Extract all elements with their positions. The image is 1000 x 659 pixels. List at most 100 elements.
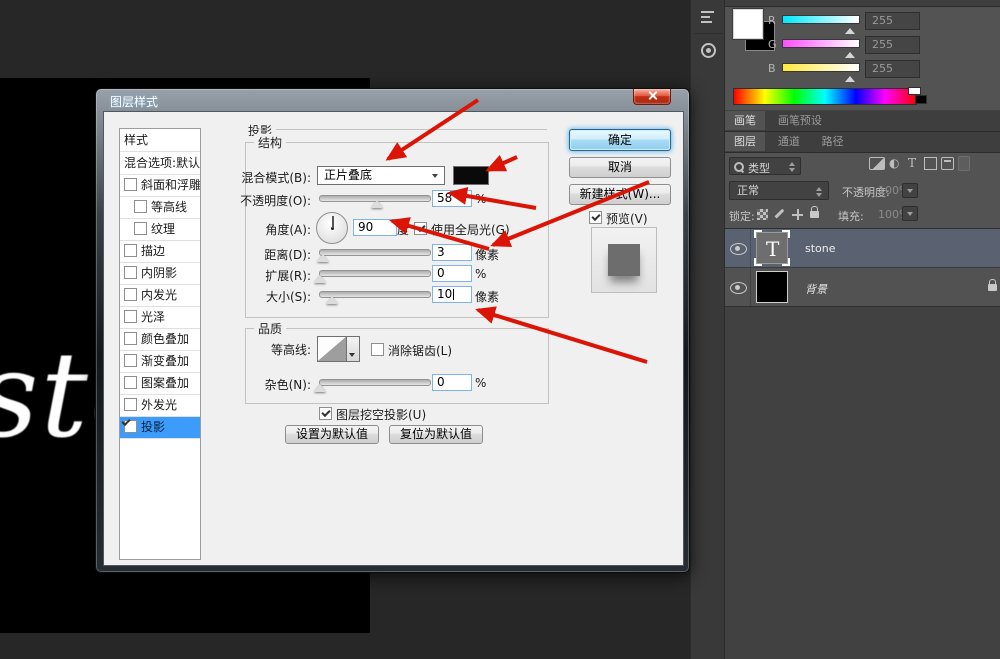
- sidebar-item-texture[interactable]: 纹理: [120, 219, 200, 241]
- lock-all-icon[interactable]: [810, 211, 819, 218]
- shadow-color-swatch[interactable]: [453, 166, 489, 185]
- spectrum-black-swatch[interactable]: [915, 95, 927, 104]
- use-global-light-checkbox[interactable]: [414, 222, 427, 235]
- distance-slider-thumb[interactable]: [317, 248, 329, 262]
- checkbox[interactable]: [124, 398, 137, 411]
- layer-knockout-checkbox[interactable]: [319, 407, 332, 420]
- contour-picker-arrow[interactable]: [347, 336, 360, 362]
- lock-transparency-icon[interactable]: [757, 209, 768, 220]
- red-value-field[interactable]: 255: [865, 12, 920, 30]
- angle-field[interactable]: 90: [353, 219, 397, 236]
- tab-brush-presets[interactable]: 画笔预设: [769, 111, 831, 130]
- sidebar-item-contour[interactable]: 等高线: [120, 197, 200, 219]
- text-layer-thumbnail[interactable]: T: [756, 232, 788, 264]
- checkbox[interactable]: [124, 288, 137, 301]
- visibility-well[interactable]: [725, 268, 751, 307]
- blend-mode-select[interactable]: 正片叠底: [317, 166, 445, 185]
- checkbox[interactable]: [134, 200, 147, 213]
- opacity-field[interactable]: 58: [432, 190, 472, 207]
- blend-mode-dropdown[interactable]: 正常: [729, 181, 829, 200]
- visibility-well[interactable]: [725, 229, 751, 268]
- green-value-field[interactable]: 255: [865, 36, 920, 54]
- blue-slider-thumb[interactable]: [845, 71, 855, 82]
- size-slider-thumb[interactable]: [326, 290, 338, 304]
- new-style-button[interactable]: 新建样式(W)...: [569, 184, 671, 205]
- sidebar-item-drop-shadow[interactable]: 投影: [120, 417, 200, 439]
- sidebar-item-satin[interactable]: 光泽: [120, 307, 200, 329]
- contour-picker[interactable]: [317, 336, 347, 362]
- spread-field[interactable]: 0: [432, 265, 472, 282]
- layer-name[interactable]: stone: [805, 242, 836, 255]
- checkbox[interactable]: [124, 420, 137, 433]
- sidebar-item-inner-shadow[interactable]: 内阴影: [120, 263, 200, 285]
- layer-row-background[interactable]: 背景: [725, 267, 1000, 307]
- fill-dropdown-button[interactable]: [902, 206, 918, 221]
- checkbox[interactable]: [124, 310, 137, 323]
- tab-paths[interactable]: 路径: [813, 132, 853, 151]
- filter-switch-icon[interactable]: [958, 156, 970, 171]
- layer-row-stone[interactable]: T stone: [725, 228, 1000, 268]
- noise-slider-thumb[interactable]: [314, 378, 326, 392]
- eye-icon[interactable]: [730, 282, 747, 294]
- angle-dial[interactable]: [316, 212, 348, 244]
- filter-pixel-layers-icon[interactable]: [869, 157, 885, 170]
- sidebar-item-blending-options[interactable]: 混合选项:默认: [120, 152, 200, 175]
- lock-position-icon[interactable]: [792, 209, 803, 220]
- checkbox[interactable]: [134, 222, 147, 235]
- dock-brush-panel-icon[interactable]: [695, 4, 721, 30]
- checkbox[interactable]: [124, 376, 137, 389]
- distance-slider[interactable]: [319, 249, 431, 256]
- opacity-dropdown-button[interactable]: [902, 183, 918, 198]
- filter-shape-layers-icon[interactable]: [924, 157, 937, 170]
- filter-smart-objects-icon[interactable]: [941, 157, 954, 170]
- filter-adjustment-layers-icon[interactable]: ◐: [889, 156, 899, 170]
- sidebar-item-gradient-overlay[interactable]: 渐变叠加: [120, 351, 200, 373]
- spread-slider-thumb[interactable]: [314, 269, 326, 283]
- distance-field[interactable]: 3: [432, 244, 472, 261]
- green-slider-thumb[interactable]: [845, 47, 855, 58]
- spectrum-white-swatch[interactable]: [908, 87, 921, 95]
- size-field[interactable]: 10: [432, 286, 472, 303]
- red-slider-thumb[interactable]: [845, 23, 855, 34]
- blend-mode-value: 正常: [737, 184, 759, 197]
- sidebar-item-stroke[interactable]: 描边: [120, 241, 200, 263]
- noise-field[interactable]: 0: [432, 374, 472, 391]
- anti-alias-checkbox[interactable]: [371, 343, 384, 356]
- dock-clone-source-panel-icon[interactable]: [695, 37, 721, 63]
- make-default-button[interactable]: 设置为默认值: [285, 425, 379, 444]
- close-button[interactable]: [633, 89, 671, 105]
- blue-value-field[interactable]: 255: [865, 60, 920, 78]
- sidebar-item-pattern-overlay[interactable]: 图案叠加: [120, 373, 200, 395]
- checkbox[interactable]: [124, 354, 137, 367]
- cancel-button[interactable]: 取消: [569, 157, 671, 178]
- checkbox[interactable]: [124, 332, 137, 345]
- reset-default-button[interactable]: 复位为默认值: [389, 425, 483, 444]
- lock-pixels-icon[interactable]: [775, 209, 785, 219]
- spread-slider[interactable]: [319, 270, 431, 277]
- layer-filter-type-dropdown[interactable]: 类型: [729, 157, 801, 175]
- checkbox[interactable]: [124, 266, 137, 279]
- fill-label: 填充:: [838, 208, 864, 224]
- tab-brush[interactable]: 画笔: [725, 111, 765, 130]
- filter-type-layers-icon[interactable]: T: [908, 156, 916, 170]
- noise-slider[interactable]: [319, 379, 431, 386]
- opacity-slider-thumb[interactable]: [371, 194, 383, 208]
- sidebar-item-outer-glow[interactable]: 外发光: [120, 395, 200, 417]
- tab-channels[interactable]: 通道: [769, 132, 809, 151]
- sidebar-item-color-overlay[interactable]: 颜色叠加: [120, 329, 200, 351]
- thumbnail-letter: T: [766, 237, 779, 261]
- checkbox[interactable]: [124, 244, 137, 257]
- sidebar-item-styles[interactable]: 样式: [120, 129, 200, 152]
- layer-name[interactable]: 背景: [805, 281, 827, 297]
- tab-layers[interactable]: 图层: [725, 132, 765, 151]
- eye-icon[interactable]: [730, 243, 747, 255]
- ok-button[interactable]: 确定: [569, 129, 671, 151]
- sidebar-item-inner-glow[interactable]: 内发光: [120, 285, 200, 307]
- red-channel-label: R: [768, 14, 776, 27]
- background-layer-thumbnail[interactable]: [756, 271, 788, 303]
- preview-checkbox[interactable]: [589, 211, 602, 224]
- checkbox[interactable]: [124, 178, 137, 191]
- color-spectrum-ramp[interactable]: [733, 88, 917, 105]
- foreground-color-swatch[interactable]: [733, 9, 763, 39]
- sidebar-item-bevel-emboss[interactable]: 斜面和浮雕: [120, 175, 200, 197]
